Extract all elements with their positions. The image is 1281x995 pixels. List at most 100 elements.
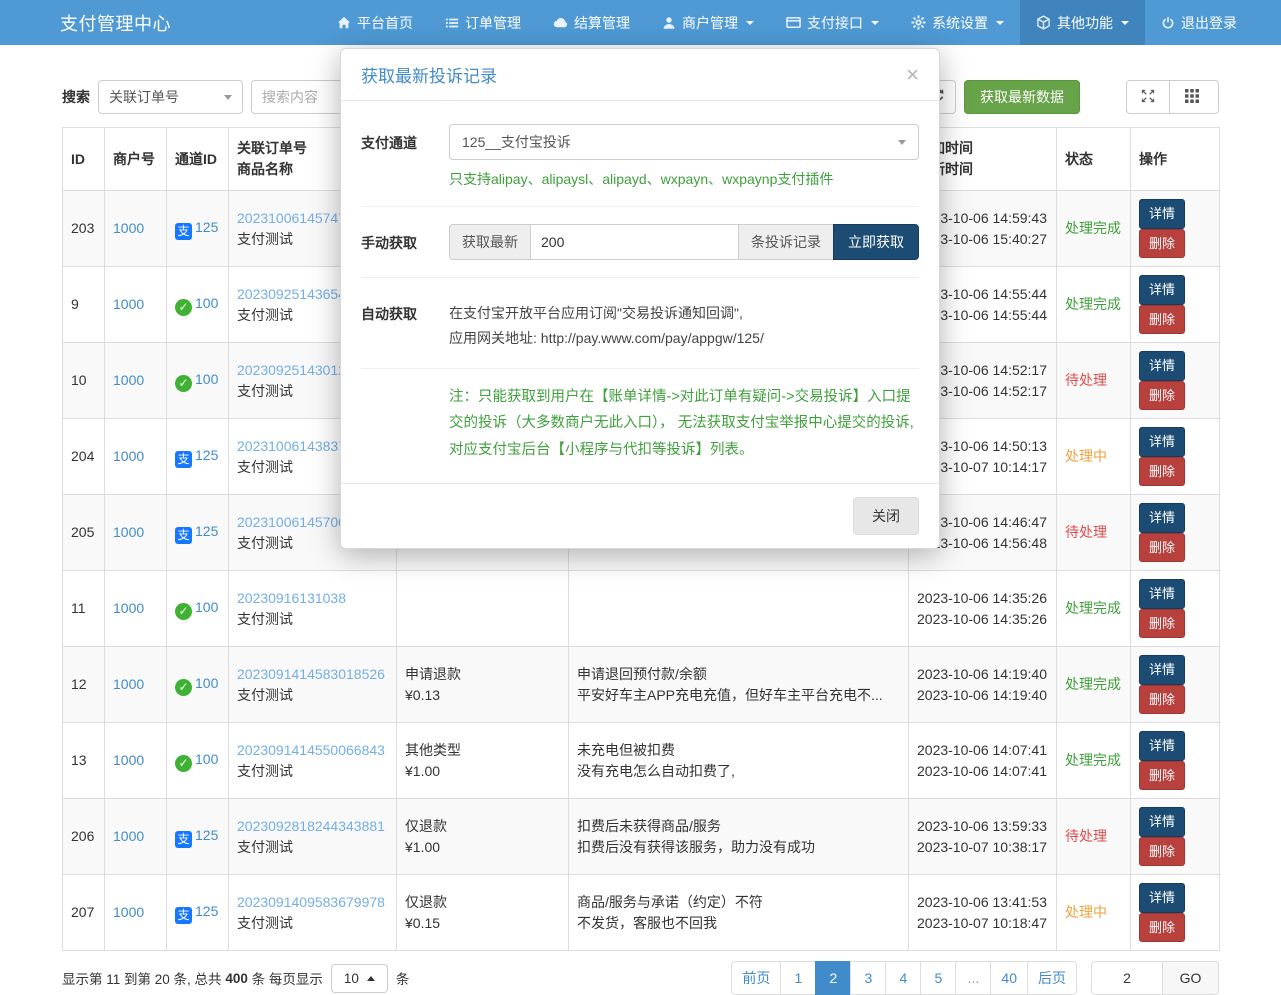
merchant-link[interactable]: 1000: [113, 676, 144, 692]
nav-item-orders[interactable]: 订单管理: [429, 0, 537, 45]
status-badge: 待处理: [1065, 372, 1107, 388]
nav-item-home[interactable]: 平台首页: [321, 0, 429, 45]
detail-button[interactable]: 详情: [1139, 807, 1185, 837]
detail-button[interactable]: 详情: [1139, 503, 1185, 533]
merchant-link[interactable]: 1000: [113, 372, 144, 388]
wechat-icon: ✓: [175, 679, 192, 696]
channel-id-link[interactable]: 125: [195, 827, 218, 843]
order-number-link[interactable]: 20231006145700: [237, 514, 346, 530]
channel-id-link[interactable]: 100: [195, 371, 218, 387]
fullscreen-button[interactable]: [1126, 80, 1170, 114]
nav-item-label: 订单管理: [465, 13, 521, 33]
cell-time: 2023-10-06 13:41:532023-10-07 10:18:47: [909, 875, 1057, 951]
detail-button[interactable]: 详情: [1139, 883, 1185, 913]
order-number-link[interactable]: 20231006145747: [237, 210, 346, 226]
detail-button[interactable]: 详情: [1139, 731, 1185, 761]
cell-actions: 详情删除: [1131, 875, 1220, 951]
detail-button[interactable]: 详情: [1139, 199, 1185, 229]
nav-item-merchant[interactable]: 商户管理: [646, 0, 770, 45]
order-number-link[interactable]: 2023091414550066843: [237, 742, 385, 758]
cell-actions: 详情删除: [1131, 799, 1220, 875]
merchant-link[interactable]: 1000: [113, 752, 144, 768]
search-field-select[interactable]: 关联订单号: [98, 80, 243, 114]
merchant-link[interactable]: 1000: [113, 904, 144, 920]
delete-button[interactable]: 删除: [1139, 913, 1185, 943]
detail-button[interactable]: 详情: [1139, 351, 1185, 381]
page-button-4[interactable]: 4: [885, 961, 921, 995]
delete-button[interactable]: 删除: [1139, 457, 1185, 487]
channel-select[interactable]: 125__支付宝投诉: [449, 124, 919, 160]
created-at: 2023-10-06 13:59:33: [917, 816, 1048, 837]
delete-button[interactable]: 删除: [1139, 533, 1185, 563]
next-page-button[interactable]: 后页: [1027, 961, 1077, 995]
order-number-link[interactable]: 2023091414583018526: [237, 666, 385, 682]
page-button-40[interactable]: 40: [990, 961, 1028, 995]
nav-item-settlement[interactable]: 结算管理: [537, 0, 646, 45]
merchant-link[interactable]: 1000: [113, 296, 144, 312]
page-button-2[interactable]: 2: [815, 961, 851, 995]
channel-id-link[interactable]: 100: [195, 295, 218, 311]
delete-button[interactable]: 删除: [1139, 381, 1185, 411]
per-page-select[interactable]: 10: [331, 964, 388, 993]
per-page-unit: 条: [396, 968, 410, 988]
cell-channel: ✓100: [167, 723, 229, 799]
manual-count-input[interactable]: [530, 224, 739, 260]
merchant-link[interactable]: 1000: [113, 524, 144, 540]
order-number-link[interactable]: 20230916131038: [237, 590, 346, 606]
channel-id-link[interactable]: 100: [195, 751, 218, 767]
cell-merchant: 1000: [105, 723, 167, 799]
close-icon[interactable]: ×: [906, 64, 919, 86]
nav-item-logout[interactable]: 退出登录: [1145, 0, 1253, 45]
delete-button[interactable]: 删除: [1139, 609, 1185, 639]
cell-channel: ✓100: [167, 571, 229, 647]
page-button-3[interactable]: 3: [850, 961, 886, 995]
delete-button[interactable]: 删除: [1139, 229, 1185, 259]
detail-button[interactable]: 详情: [1139, 275, 1185, 305]
refund-amount: ¥1.00: [405, 761, 560, 782]
grid-icon: [1185, 89, 1199, 106]
modal-close-button[interactable]: 关闭: [853, 497, 919, 535]
detail-button[interactable]: 详情: [1139, 579, 1185, 609]
detail-button[interactable]: 详情: [1139, 655, 1185, 685]
order-number-link[interactable]: 2023091409583679978: [237, 894, 385, 910]
fetch-now-button[interactable]: 立即获取: [833, 224, 919, 260]
fetch-latest-data-button[interactable]: 获取最新数据: [964, 80, 1080, 114]
order-number-link[interactable]: 20231006143837: [237, 438, 346, 454]
order-number-link[interactable]: 20230925143012: [237, 362, 346, 378]
nav-item-settings[interactable]: 系统设置: [895, 0, 1020, 45]
merchant-link[interactable]: 1000: [113, 220, 144, 236]
delete-button[interactable]: 删除: [1139, 305, 1185, 335]
merchant-link[interactable]: 1000: [113, 828, 144, 844]
page-jump-go-button[interactable]: GO: [1163, 961, 1219, 995]
alipay-icon: 支: [175, 907, 192, 924]
cell-refund-type: 仅退款¥0.15: [397, 875, 569, 951]
channel-id-link[interactable]: 125: [195, 903, 218, 919]
merchant-link[interactable]: 1000: [113, 448, 144, 464]
channel-id-link[interactable]: 125: [195, 447, 218, 463]
cell-reason: [569, 571, 909, 647]
channel-id-link[interactable]: 100: [195, 675, 218, 691]
channel-id-link[interactable]: 125: [195, 219, 218, 235]
columns-button[interactable]: [1169, 80, 1219, 114]
delete-button[interactable]: 删除: [1139, 761, 1185, 791]
nav-item-more[interactable]: 其他功能: [1020, 0, 1145, 45]
status-badge: 待处理: [1065, 828, 1107, 844]
order-number-link[interactable]: 20230925143654: [237, 286, 346, 302]
delete-button[interactable]: 删除: [1139, 837, 1185, 867]
table-row: 2071000支1252023091409583679978支付测试仅退款¥0.…: [63, 875, 1220, 951]
page-jump-input[interactable]: [1091, 961, 1163, 995]
nav-item-pay-api[interactable]: 支付接口: [770, 0, 895, 45]
detail-button[interactable]: 详情: [1139, 427, 1185, 457]
delete-button[interactable]: 删除: [1139, 685, 1185, 715]
manual-suffix-addon: 条投诉记录: [738, 224, 834, 260]
channel-id-link[interactable]: 100: [195, 599, 218, 615]
complaint-description: 没有充电怎么自动扣费了,: [577, 761, 900, 782]
order-number-link[interactable]: 2023092818244343881: [237, 818, 385, 834]
prev-page-button[interactable]: 前页: [731, 961, 781, 995]
product-name: 支付测试: [237, 685, 388, 706]
product-name: 支付测试: [237, 609, 388, 630]
channel-id-link[interactable]: 125: [195, 523, 218, 539]
page-button-5[interactable]: 5: [920, 961, 956, 995]
page-button-1[interactable]: 1: [780, 961, 816, 995]
merchant-link[interactable]: 1000: [113, 600, 144, 616]
